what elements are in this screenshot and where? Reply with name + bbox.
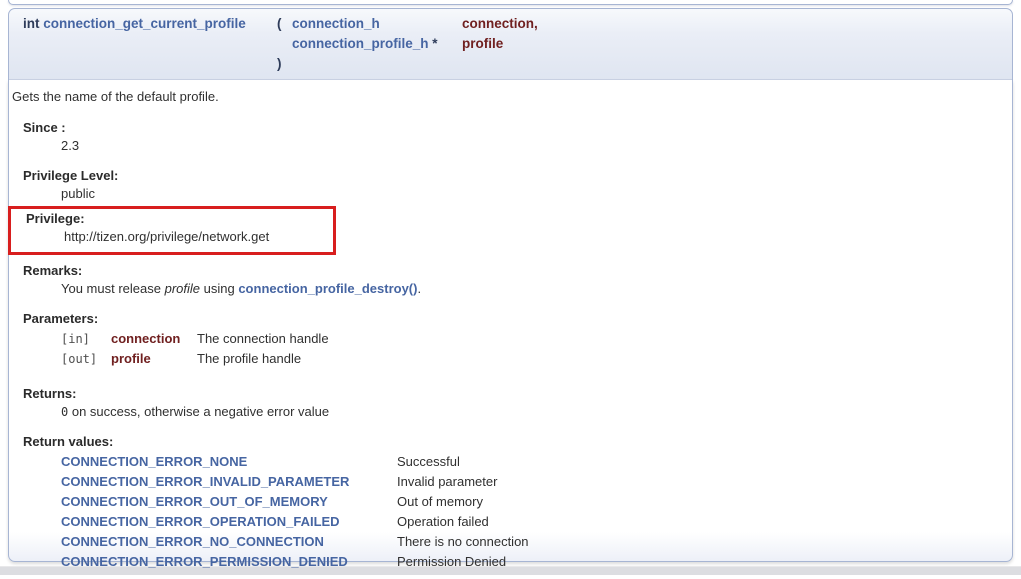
param-description: The connection handle (197, 329, 329, 349)
return-type: int (23, 16, 43, 31)
returns-section: Returns: 0 on success, otherwise a negat… (23, 386, 1006, 420)
param-type-link-connection-profile-h[interactable]: connection_profile_h (292, 36, 429, 51)
param-name: connection (111, 329, 197, 349)
remarks-text: You must release profile using connectio… (61, 281, 1006, 297)
error-code-link[interactable]: CONNECTION_ERROR_INVALID_PARAMETER (61, 474, 349, 489)
close-paren: ) (277, 54, 292, 74)
param-name-profile: profile (462, 34, 538, 54)
returns-label: Returns: (23, 386, 1006, 402)
privilege-level-label: Privilege Level: (23, 168, 1006, 184)
param-name: profile (111, 349, 197, 369)
error-code-link[interactable]: CONNECTION_ERROR_NO_CONNECTION (61, 534, 324, 549)
function-doc-body: Gets the name of the default profile. Si… (8, 80, 1013, 562)
return-value-row: CONNECTION_ERROR_NO_CONNECTION There is … (61, 532, 529, 552)
red-highlight-annotation: Privilege: http://tizen.org/privilege/ne… (8, 206, 336, 255)
error-description: Invalid parameter (397, 472, 529, 492)
function-signature-header: int connection_get_current_profile ( con… (8, 8, 1013, 80)
privilege-level-section: Privilege Level: public (23, 168, 1006, 202)
param-type-link-connection-h[interactable]: connection_h (292, 16, 380, 31)
param-type-1: connection_h (292, 14, 462, 34)
parameters-label: Parameters: (23, 311, 1006, 327)
function-name: connection_get_current_profile (43, 16, 246, 31)
parameter-row: [in] connection The connection handle (61, 329, 329, 349)
return-value-row: CONNECTION_ERROR_INVALID_PARAMETER Inval… (61, 472, 529, 492)
error-description: Successful (397, 452, 529, 472)
remarks-label: Remarks: (23, 263, 1006, 279)
parameter-row: [out] profile The profile handle (61, 349, 329, 369)
param-type-2: connection_profile_h * (292, 34, 462, 54)
return-values-table: CONNECTION_ERROR_NONE Successful CONNECT… (61, 452, 529, 572)
error-code-link[interactable]: CONNECTION_ERROR_OUT_OF_MEMORY (61, 494, 328, 509)
error-code-link[interactable]: CONNECTION_ERROR_PERMISSION_DENIED (61, 554, 348, 569)
function-doc-block: int connection_get_current_profile ( con… (8, 8, 1013, 562)
function-description: Gets the name of the default profile. (12, 89, 1006, 105)
return-value-row: CONNECTION_ERROR_OUT_OF_MEMORY Out of me… (61, 492, 529, 512)
error-description: Operation failed (397, 512, 529, 532)
return-value-row: CONNECTION_ERROR_PERMISSION_DENIED Permi… (61, 552, 529, 572)
error-description: Out of memory (397, 492, 529, 512)
return-value-row: CONNECTION_ERROR_OPERATION_FAILED Operat… (61, 512, 529, 532)
parameters-table: [in] connection The connection handle [o… (61, 329, 329, 369)
return-value-row: CONNECTION_ERROR_NONE Successful (61, 452, 529, 472)
privilege-label: Privilege: (26, 211, 333, 227)
return-values-label: Return values: (23, 434, 1006, 450)
signature-memname: int connection_get_current_profile (15, 14, 277, 34)
since-value: 2.3 (61, 138, 1006, 154)
param-direction: [out] (61, 349, 111, 369)
return-values-section: Return values: CONNECTION_ERROR_NONE Suc… (23, 434, 1006, 572)
parameters-section: Parameters: [in] connection The connecti… (23, 311, 1006, 369)
previous-memitem-bottom-edge (8, 0, 1013, 5)
param-name-connection: connection, (462, 14, 538, 34)
remarks-emphasis: profile (165, 281, 200, 296)
privilege-value: http://tizen.org/privilege/network.get (64, 229, 333, 245)
error-description: There is no connection (397, 532, 529, 552)
param-description: The profile handle (197, 349, 329, 369)
since-section: Since : 2.3 (23, 120, 1006, 154)
remarks-section: Remarks: You must release profile using … (23, 263, 1006, 297)
privilege-section: Privilege: http://tizen.org/privilege/ne… (26, 211, 333, 245)
param-direction: [in] (61, 329, 111, 349)
returns-value: 0 on success, otherwise a negative error… (61, 404, 1006, 420)
error-code-link[interactable]: CONNECTION_ERROR_NONE (61, 454, 247, 469)
privilege-level-value: public (61, 186, 1006, 202)
since-label: Since : (23, 120, 1006, 136)
connection-profile-destroy-link[interactable]: connection_profile_destroy() (238, 281, 417, 296)
open-paren: ( (277, 14, 292, 34)
signature-table: int connection_get_current_profile ( con… (15, 14, 538, 74)
error-code-link[interactable]: CONNECTION_ERROR_OPERATION_FAILED (61, 514, 340, 529)
